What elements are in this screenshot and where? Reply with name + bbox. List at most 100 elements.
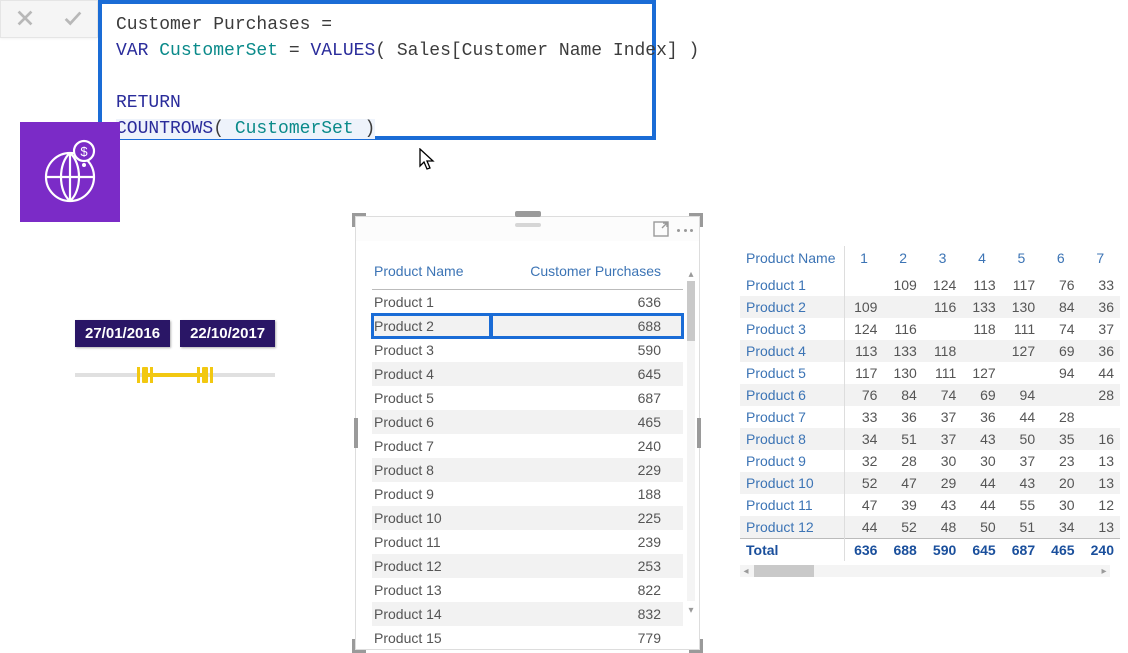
date-slicer[interactable]: 27/01/2016 22/10/2017	[75, 320, 285, 385]
matrix-row[interactable]: Product 51171301111279444	[740, 362, 1120, 384]
matrix-row[interactable]: Product 31241161181117437	[740, 318, 1120, 340]
cell-customer-purchases: 636	[491, 290, 683, 315]
customer-purchases-table[interactable]: Product Name Customer Purchases Product …	[372, 257, 683, 649]
table-row[interactable]: Product 1636	[372, 290, 683, 315]
matrix-cell: 44	[844, 516, 883, 539]
formula-commit-button[interactable]	[49, 1, 97, 37]
cell-product-name: Product 11	[372, 530, 491, 554]
matrix-row-header[interactable]: Product Name	[740, 246, 844, 274]
matrix-cell	[962, 340, 1001, 362]
focus-mode-icon[interactable]	[653, 221, 669, 240]
matrix-cell: 118	[923, 340, 962, 362]
matrix-row-label: Product 3	[740, 318, 844, 340]
slicer-handle-end[interactable]	[202, 367, 208, 383]
slicer-slider-track[interactable]	[75, 365, 275, 385]
matrix-total-cell: 636	[844, 539, 883, 562]
drag-handle-icon[interactable]	[515, 211, 541, 217]
matrix-row[interactable]: Product 1147394344553012	[740, 494, 1120, 516]
cell-customer-purchases: 229	[491, 458, 683, 482]
matrix-col-header[interactable]: 7	[1081, 246, 1120, 274]
matrix-row[interactable]: Product 41131331181276936	[740, 340, 1120, 362]
globe-dollar-icon: $	[34, 135, 106, 210]
cell-customer-purchases: 225	[491, 506, 683, 530]
scroll-up-icon[interactable]: ▴	[686, 269, 696, 277]
table-row[interactable]: Product 15779	[372, 626, 683, 649]
drag-handle-icon[interactable]	[515, 223, 541, 227]
matrix-cell: 109	[844, 296, 883, 318]
matrix-col-header[interactable]: 1	[844, 246, 883, 274]
matrix-cell: 133	[962, 296, 1001, 318]
table-row[interactable]: Product 6465	[372, 410, 683, 434]
scroll-right-icon[interactable]: ▸	[1098, 565, 1110, 577]
matrix-row[interactable]: Product 6768474699428	[740, 384, 1120, 406]
matrix-col-header[interactable]: 3	[923, 246, 962, 274]
formula-cancel-button[interactable]	[1, 1, 49, 37]
slicer-end-date[interactable]: 22/10/2017	[180, 320, 275, 347]
matrix-row[interactable]: Product 1244524850513413	[740, 516, 1120, 539]
matrix-cell: 118	[962, 318, 1001, 340]
matrix-col-header[interactable]: 6	[1041, 246, 1080, 274]
matrix-cell: 130	[883, 362, 922, 384]
formula-action-bar	[0, 0, 98, 38]
matrix-cell: 44	[962, 494, 1001, 516]
customer-purchases-table-visual[interactable]: Product Name Customer Purchases Product …	[355, 216, 700, 650]
matrix-cell: 113	[844, 340, 883, 362]
table-row[interactable]: Product 10225	[372, 506, 683, 530]
matrix-row-label: Product 1	[740, 274, 844, 296]
matrix-row[interactable]: Product 1052472944432013	[740, 472, 1120, 494]
matrix-total-cell: 240	[1081, 539, 1120, 562]
matrix-cell: 117	[1002, 274, 1041, 296]
matrix-total-cell: 645	[962, 539, 1001, 562]
matrix-cell: 94	[1002, 384, 1041, 406]
matrix-row-label: Product 7	[740, 406, 844, 428]
table-row[interactable]: Product 7240	[372, 434, 683, 458]
slicer-handle-start[interactable]	[142, 367, 148, 383]
table-row[interactable]: Product 4645	[372, 362, 683, 386]
table-row[interactable]: Product 5687	[372, 386, 683, 410]
table-row[interactable]: Product 2688	[372, 314, 683, 338]
more-options-icon[interactable]	[677, 229, 693, 232]
matrix-col-header[interactable]: 2	[883, 246, 922, 274]
matrix-cell: 13	[1081, 472, 1120, 494]
matrix-row[interactable]: Product 7333637364428	[740, 406, 1120, 428]
product-matrix-visual[interactable]: Product Name1234567 Product 110912411311…	[740, 246, 1120, 577]
formula-bar[interactable]: Customer Purchases = VAR CustomerSet = V…	[98, 0, 656, 140]
matrix-row-label: Product 6	[740, 384, 844, 406]
cell-product-name: Product 4	[372, 362, 491, 386]
matrix-row[interactable]: Product 11091241131177633	[740, 274, 1120, 296]
horizontal-scrollbar[interactable]: ◂ ▸	[740, 565, 1110, 577]
scroll-down-icon[interactable]: ▾	[686, 605, 696, 613]
matrix-cell: 30	[923, 450, 962, 472]
table-row[interactable]: Product 9188	[372, 482, 683, 506]
scroll-left-icon[interactable]: ◂	[740, 565, 752, 577]
cell-customer-purchases: 239	[491, 530, 683, 554]
table-row[interactable]: Product 12253	[372, 554, 683, 578]
table-row[interactable]: Product 11239	[372, 530, 683, 554]
matrix-cell: 37	[923, 428, 962, 450]
product-matrix-table[interactable]: Product Name1234567 Product 110912411311…	[740, 246, 1120, 561]
cell-customer-purchases: 779	[491, 626, 683, 649]
mouse-cursor-icon	[418, 148, 436, 175]
matrix-cell: 130	[1002, 296, 1041, 318]
vertical-scrollbar[interactable]: ▴ ▾	[687, 281, 695, 601]
matrix-cell: 36	[1081, 340, 1120, 362]
matrix-row[interactable]: Product 834513743503516	[740, 428, 1120, 450]
matrix-col-header[interactable]: 5	[1002, 246, 1041, 274]
matrix-cell: 34	[1041, 516, 1080, 539]
table-row[interactable]: Product 3590	[372, 338, 683, 362]
table-row[interactable]: Product 13822	[372, 578, 683, 602]
matrix-col-header[interactable]: 4	[962, 246, 1001, 274]
matrix-row[interactable]: Product 21091161331308436	[740, 296, 1120, 318]
table-row[interactable]: Product 8229	[372, 458, 683, 482]
scrollbar-thumb[interactable]	[754, 565, 814, 577]
scrollbar-thumb[interactable]	[687, 281, 695, 341]
slicer-start-date[interactable]: 27/01/2016	[75, 320, 170, 347]
matrix-row-label: Product 8	[740, 428, 844, 450]
matrix-row[interactable]: Product 932283030372313	[740, 450, 1120, 472]
visual-header	[356, 217, 699, 241]
matrix-cell: 29	[923, 472, 962, 494]
table-row[interactable]: Product 14832	[372, 602, 683, 626]
column-header-product-name[interactable]: Product Name	[372, 257, 491, 290]
matrix-cell: 47	[844, 494, 883, 516]
column-header-customer-purchases[interactable]: Customer Purchases	[491, 257, 683, 290]
